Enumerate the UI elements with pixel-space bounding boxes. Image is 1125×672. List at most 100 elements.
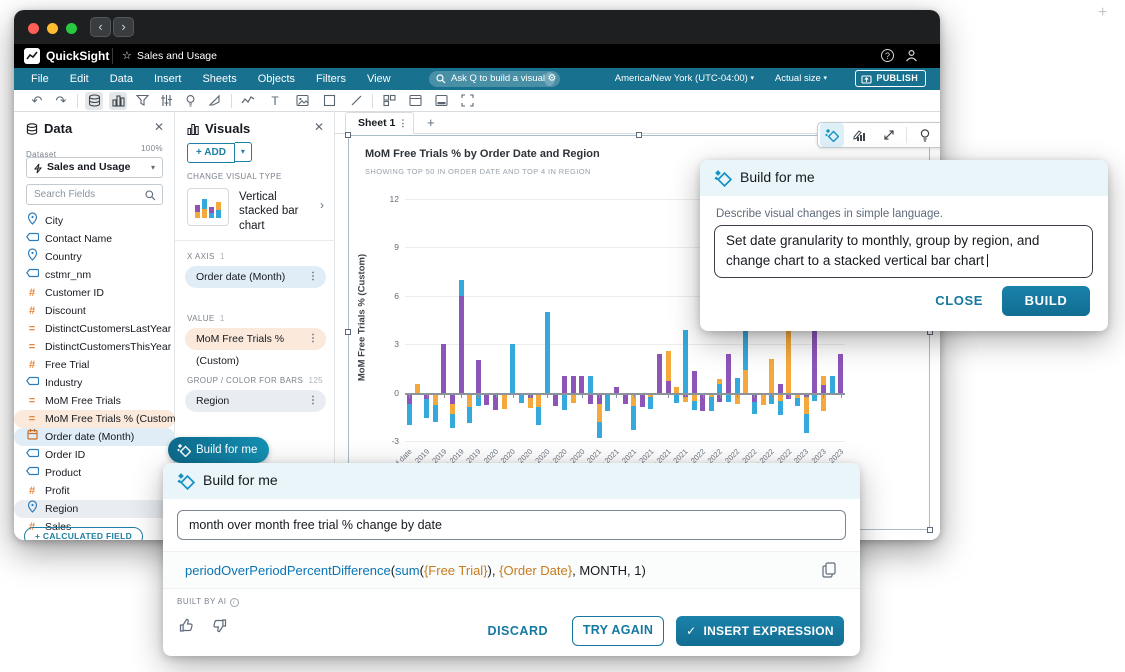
bar-segment[interactable] — [588, 376, 593, 392]
bar-segment[interactable] — [804, 414, 809, 433]
bar-segment[interactable] — [743, 370, 748, 393]
thumbs-up-icon[interactable] — [179, 618, 194, 633]
field-order-id[interactable]: Order ID — [14, 446, 175, 464]
bar-segment[interactable] — [484, 395, 489, 405]
bar-segment[interactable] — [683, 330, 688, 393]
ask-q-button[interactable]: Ask Q to build a visual — [429, 71, 555, 87]
copy-icon[interactable] — [822, 562, 836, 578]
back-button[interactable]: ‹ — [90, 17, 111, 37]
bar-segment[interactable] — [536, 407, 541, 425]
bar-segment[interactable] — [804, 397, 809, 413]
bar-segment[interactable] — [441, 344, 446, 392]
bar-segment[interactable] — [683, 397, 688, 402]
star-icon[interactable]: ☆ — [122, 49, 132, 62]
chevron-down-icon[interactable]: ▾ — [235, 142, 252, 162]
topbar-layout-icon[interactable] — [406, 92, 424, 110]
field-distinctcustomersthisyear[interactable]: =DistinctCustomersThisYear — [14, 338, 175, 356]
pill-menu-icon[interactable]: ⋮ — [308, 390, 318, 412]
bar-segment[interactable] — [761, 395, 766, 405]
size-selector[interactable]: Actual size ▾ — [775, 73, 827, 84]
menu-item-objects[interactable]: Objects — [258, 68, 295, 90]
discard-button[interactable]: DISCARD — [488, 624, 548, 638]
field-discount[interactable]: #Discount — [14, 302, 175, 320]
close-icon[interactable]: ✕ — [154, 120, 164, 134]
publish-button[interactable]: PUBLISH — [855, 70, 926, 87]
menu-item-edit[interactable]: Edit — [70, 68, 89, 90]
bar-segment[interactable] — [666, 381, 671, 392]
menu-item-file[interactable]: File — [31, 68, 49, 90]
bar-segment[interactable] — [769, 359, 774, 393]
bar-segment[interactable] — [459, 296, 464, 393]
field-product[interactable]: Product — [14, 464, 175, 482]
try-again-button[interactable]: TRY AGAIN — [572, 616, 664, 646]
pill-menu-icon[interactable]: ⋮ — [308, 328, 318, 350]
field-free-trial[interactable]: #Free Trial — [14, 356, 175, 374]
menu-item-data[interactable]: Data — [110, 68, 133, 90]
insert-expression-button[interactable]: ✓INSERT EXPRESSION — [676, 616, 844, 646]
bar-segment[interactable] — [407, 404, 412, 425]
bar-segment[interactable] — [821, 376, 826, 385]
bar-segment[interactable] — [415, 384, 420, 392]
insights-bulb-icon[interactable] — [913, 123, 937, 147]
bar-segment[interactable] — [648, 397, 653, 409]
bar-segment[interactable] — [674, 387, 679, 393]
bar-segment[interactable] — [476, 360, 481, 392]
dataset-selector[interactable]: Sales and Usage ▾ — [26, 157, 163, 178]
bar-segment[interactable] — [812, 323, 817, 392]
bar-segment[interactable] — [692, 371, 697, 393]
parameters-icon[interactable] — [157, 92, 175, 110]
menu-item-sheets[interactable]: Sheets — [202, 68, 236, 90]
bar-segment[interactable] — [778, 384, 783, 392]
bar-segment[interactable] — [502, 395, 507, 410]
field-mom-free-trials[interactable]: =MoM Free Trials — [14, 392, 175, 410]
build-button[interactable]: BUILD — [1002, 286, 1090, 316]
pill-menu-icon[interactable]: ⋮ — [308, 266, 318, 288]
resize-handle[interactable] — [636, 132, 642, 138]
bar-segment[interactable] — [821, 385, 826, 392]
field-contact-name[interactable]: Contact Name — [14, 230, 175, 248]
user-icon[interactable] — [905, 49, 918, 62]
bar-segment[interactable] — [614, 387, 619, 393]
bar-segment[interactable] — [545, 312, 550, 393]
bar-segment[interactable] — [666, 351, 671, 382]
zoom-traffic-light[interactable] — [66, 23, 77, 34]
bar-segment[interactable] — [786, 323, 791, 392]
resize-handle[interactable] — [927, 527, 933, 533]
bar-segment[interactable] — [424, 399, 429, 418]
field-well-mom-free-trials-custom-[interactable]: MoM Free Trials % (Custom)⋮ — [185, 328, 326, 350]
bar-segment[interactable] — [812, 395, 817, 401]
field-industry[interactable]: Industry — [14, 374, 175, 392]
bar-segment[interactable] — [605, 395, 610, 411]
image-icon[interactable] — [293, 92, 311, 110]
undo-icon[interactable]: ↶ — [28, 92, 46, 110]
bar-segment[interactable] — [838, 354, 843, 393]
bar-segment[interactable] — [510, 344, 515, 392]
add-sheet-button[interactable]: + — [427, 115, 435, 130]
calculated-field-button[interactable]: + CALCULATED FIELD — [24, 527, 143, 540]
menu-item-insert[interactable]: Insert — [154, 68, 182, 90]
bar-segment[interactable] — [553, 395, 558, 406]
field-well-region[interactable]: Region⋮ — [185, 390, 326, 412]
shape-icon[interactable] — [320, 92, 338, 110]
bar-segment[interactable] — [450, 414, 455, 429]
tab-sheet-1[interactable]: Sheet 1 ⋮ — [345, 112, 414, 134]
minimize-traffic-light[interactable] — [47, 23, 58, 34]
add-visual-button[interactable]: + ADD▾ — [187, 142, 252, 162]
field-city[interactable]: City — [14, 212, 175, 230]
brand-name[interactable]: QuickSight — [46, 49, 109, 63]
bar-segment[interactable] — [571, 376, 576, 392]
bar-segment[interactable] — [692, 401, 697, 411]
bar-segment[interactable] — [597, 422, 602, 438]
thumbs-down-icon[interactable] — [212, 618, 227, 633]
resize-handle[interactable] — [345, 132, 351, 138]
bar-segment[interactable] — [450, 404, 455, 414]
menu-item-view[interactable]: View — [367, 68, 391, 90]
search-fields-input[interactable]: Search Fields — [26, 184, 163, 205]
help-icon[interactable]: ? — [881, 49, 894, 62]
bar-segment[interactable] — [726, 395, 731, 402]
themes-icon[interactable] — [205, 92, 223, 110]
bar-segment[interactable] — [433, 405, 438, 421]
bar-segment[interactable] — [778, 401, 783, 416]
dialog-text-input[interactable]: Set date granularity to monthly, group b… — [714, 225, 1093, 278]
bar-segment[interactable] — [640, 395, 645, 407]
